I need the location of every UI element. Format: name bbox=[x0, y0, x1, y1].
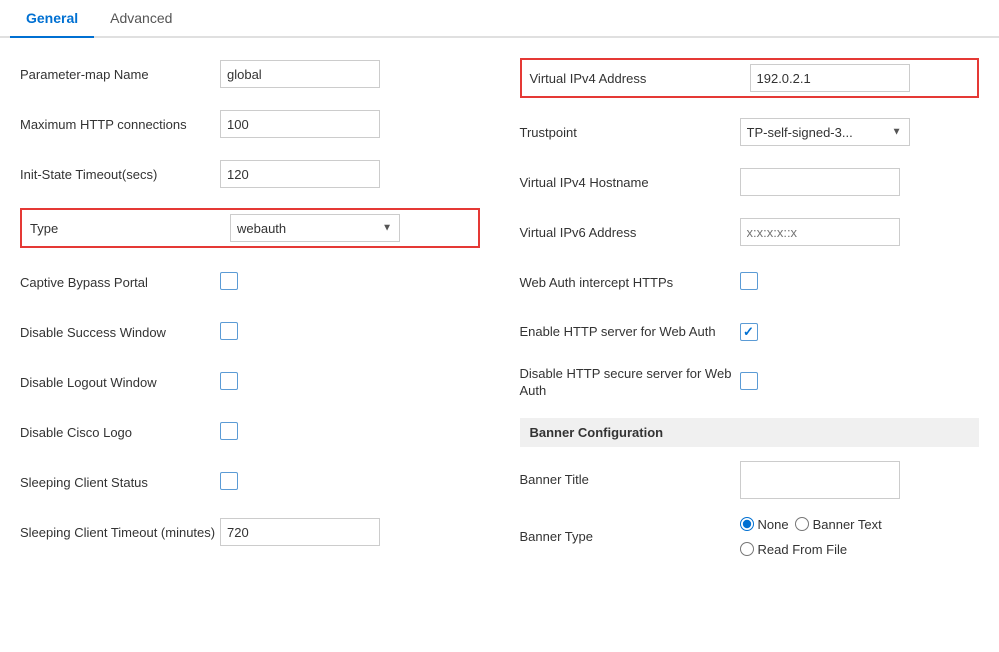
virtual-ipv4-input[interactable] bbox=[750, 64, 910, 92]
init-state-control bbox=[220, 160, 480, 188]
disable-http-secure-control bbox=[740, 372, 980, 393]
disable-success-control bbox=[220, 322, 480, 343]
right-column: Virtual IPv4 Address Trustpoint TP-self-… bbox=[520, 58, 980, 575]
init-state-input[interactable] bbox=[220, 160, 380, 188]
disable-logout-row: Disable Logout Window bbox=[20, 366, 480, 398]
virtual-ipv6-input[interactable] bbox=[740, 218, 900, 246]
trustpoint-control: TP-self-signed-3... ▼ bbox=[740, 118, 980, 146]
tab-general[interactable]: General bbox=[10, 0, 94, 38]
disable-success-checkbox[interactable] bbox=[220, 322, 238, 340]
disable-logout-control bbox=[220, 372, 480, 393]
trustpoint-label: Trustpoint bbox=[520, 125, 740, 140]
virtual-ipv4-hostname-label: Virtual IPv4 Hostname bbox=[520, 175, 740, 190]
virtual-ipv4-hostname-row: Virtual IPv4 Hostname bbox=[520, 166, 980, 198]
init-state-row: Init-State Timeout(secs) bbox=[20, 158, 480, 190]
max-http-row: Maximum HTTP connections bbox=[20, 108, 480, 140]
param-map-name-input[interactable] bbox=[220, 60, 380, 88]
virtual-ipv4-control bbox=[750, 64, 970, 92]
sleeping-timeout-control bbox=[220, 518, 480, 546]
tabs-container: General Advanced bbox=[0, 0, 999, 38]
web-auth-intercept-row: Web Auth intercept HTTPs bbox=[520, 266, 980, 298]
banner-title-label: Banner Title bbox=[520, 472, 740, 487]
trustpoint-row: Trustpoint TP-self-signed-3... ▼ bbox=[520, 116, 980, 148]
max-http-label: Maximum HTTP connections bbox=[20, 117, 220, 132]
disable-http-secure-label: Disable HTTP secure server for Web Auth bbox=[520, 366, 740, 400]
banner-type-radio-group: None Banner Text Read From File bbox=[740, 517, 980, 557]
sleeping-client-status-control bbox=[220, 472, 480, 493]
disable-cisco-control bbox=[220, 422, 480, 443]
trustpoint-select[interactable]: TP-self-signed-3... bbox=[740, 118, 910, 146]
virtual-ipv4-row-highlighted: Virtual IPv4 Address bbox=[520, 58, 980, 98]
virtual-ipv4-hostname-input[interactable] bbox=[740, 168, 900, 196]
banner-title-control bbox=[740, 461, 980, 499]
sleeping-client-status-checkbox[interactable] bbox=[220, 472, 238, 490]
web-auth-intercept-label: Web Auth intercept HTTPs bbox=[520, 275, 740, 290]
banner-type-file-radio[interactable] bbox=[740, 542, 754, 556]
banner-type-none-option[interactable]: None bbox=[740, 517, 789, 532]
tab-advanced[interactable]: Advanced bbox=[94, 0, 188, 38]
sleeping-client-status-label: Sleeping Client Status bbox=[20, 475, 220, 490]
virtual-ipv4-label: Virtual IPv4 Address bbox=[530, 71, 750, 86]
virtual-ipv6-row: Virtual IPv6 Address bbox=[520, 216, 980, 248]
web-auth-intercept-control bbox=[740, 272, 980, 293]
enable-http-server-label: Enable HTTP server for Web Auth bbox=[520, 324, 740, 341]
web-auth-intercept-checkbox[interactable] bbox=[740, 272, 758, 290]
sleeping-timeout-row: Sleeping Client Timeout (minutes) bbox=[20, 516, 480, 548]
banner-type-text-label: Banner Text bbox=[813, 517, 882, 532]
banner-type-none-label: None bbox=[758, 517, 789, 532]
captive-bypass-control bbox=[220, 272, 480, 293]
banner-type-row: Banner Type None Banner Text Read From F… bbox=[520, 517, 980, 557]
disable-cisco-checkbox[interactable] bbox=[220, 422, 238, 440]
captive-bypass-label: Captive Bypass Portal bbox=[20, 275, 220, 290]
disable-logout-label: Disable Logout Window bbox=[20, 375, 220, 390]
type-select[interactable]: webauth consent both bbox=[230, 214, 400, 242]
captive-bypass-row: Captive Bypass Portal bbox=[20, 266, 480, 298]
enable-http-server-row: Enable HTTP server for Web Auth bbox=[520, 316, 980, 348]
disable-cisco-label: Disable Cisco Logo bbox=[20, 425, 220, 440]
banner-section-header: Banner Configuration bbox=[520, 418, 980, 447]
type-control: webauth consent both ▼ bbox=[230, 214, 470, 242]
disable-success-row: Disable Success Window bbox=[20, 316, 480, 348]
left-column: Parameter-map Name Maximum HTTP connecti… bbox=[20, 58, 480, 575]
enable-http-server-checkbox[interactable] bbox=[740, 323, 758, 341]
captive-bypass-checkbox[interactable] bbox=[220, 272, 238, 290]
banner-type-file-option[interactable]: Read From File bbox=[740, 542, 848, 557]
trustpoint-select-wrapper: TP-self-signed-3... ▼ bbox=[740, 118, 910, 146]
banner-type-label: Banner Type bbox=[520, 529, 740, 544]
virtual-ipv6-label: Virtual IPv6 Address bbox=[520, 225, 740, 240]
virtual-ipv4-hostname-control bbox=[740, 168, 980, 196]
disable-http-secure-row: Disable HTTP secure server for Web Auth bbox=[520, 366, 980, 400]
banner-type-text-option[interactable]: Banner Text bbox=[795, 517, 882, 532]
disable-cisco-row: Disable Cisco Logo bbox=[20, 416, 480, 448]
param-map-name-label: Parameter-map Name bbox=[20, 67, 220, 82]
banner-type-none-radio[interactable] bbox=[740, 517, 754, 531]
main-content: Parameter-map Name Maximum HTTP connecti… bbox=[0, 58, 999, 575]
type-select-wrapper: webauth consent both ▼ bbox=[230, 214, 400, 242]
virtual-ipv6-control bbox=[740, 218, 980, 246]
param-map-name-control bbox=[220, 60, 480, 88]
max-http-control bbox=[220, 110, 480, 138]
param-map-name-row: Parameter-map Name bbox=[20, 58, 480, 90]
banner-type-text-radio[interactable] bbox=[795, 517, 809, 531]
type-label: Type bbox=[30, 221, 230, 236]
banner-type-control: None Banner Text Read From File bbox=[740, 517, 980, 557]
sleeping-timeout-input[interactable] bbox=[220, 518, 380, 546]
banner-title-row: Banner Title bbox=[520, 461, 980, 499]
type-row-highlighted: Type webauth consent both ▼ bbox=[20, 208, 480, 248]
disable-success-label: Disable Success Window bbox=[20, 325, 220, 340]
banner-title-input[interactable] bbox=[740, 461, 900, 499]
enable-http-server-control bbox=[740, 323, 980, 341]
disable-logout-checkbox[interactable] bbox=[220, 372, 238, 390]
init-state-label: Init-State Timeout(secs) bbox=[20, 167, 220, 182]
sleeping-timeout-label: Sleeping Client Timeout (minutes) bbox=[20, 525, 220, 540]
sleeping-client-status-row: Sleeping Client Status bbox=[20, 466, 480, 498]
disable-http-secure-checkbox[interactable] bbox=[740, 372, 758, 390]
max-http-input[interactable] bbox=[220, 110, 380, 138]
banner-type-file-label: Read From File bbox=[758, 542, 848, 557]
